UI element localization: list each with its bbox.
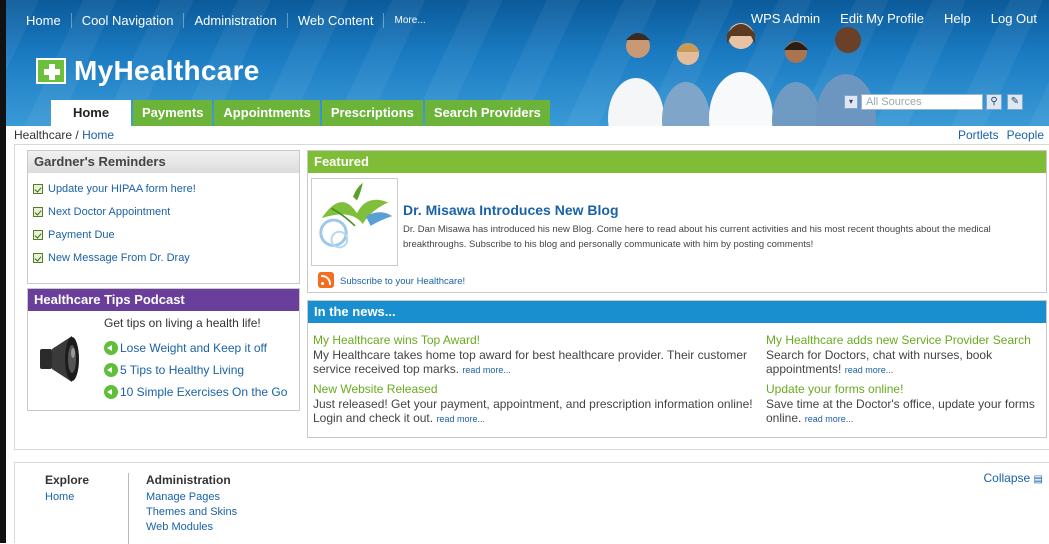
rss-icon[interactable] bbox=[318, 272, 334, 288]
reminder-item[interactable]: New Message From Dr. Dray bbox=[33, 251, 299, 265]
reminders-portlet: Gardner's Reminders Update your HIPAA fo… bbox=[27, 150, 300, 284]
search-bar: ▾ All Sources ⚲ ✎ bbox=[844, 94, 1023, 110]
reminder-item[interactable]: Update your HIPAA form here! bbox=[33, 182, 299, 196]
news-item-title[interactable]: New Website Released bbox=[313, 382, 753, 396]
people-link[interactable]: People bbox=[1007, 128, 1044, 142]
themes-skins-link[interactable]: Themes and Skins bbox=[146, 505, 237, 520]
topnav-home[interactable]: Home bbox=[26, 13, 71, 28]
featured-article-title[interactable]: Dr. Misawa Introduces New Blog bbox=[403, 202, 619, 218]
checkbox-icon bbox=[33, 184, 43, 194]
tab-search-providers[interactable]: Search Providers bbox=[424, 100, 550, 126]
brand-name: MyHealthcare bbox=[74, 55, 260, 86]
tab-payments[interactable]: Payments bbox=[133, 100, 213, 126]
page-content: Gardner's Reminders Update your HIPAA fo… bbox=[14, 144, 1049, 450]
podcast-link-label: Lose Weight and Keep it off bbox=[120, 341, 267, 355]
reminder-item[interactable]: Payment Due bbox=[33, 228, 299, 242]
manage-pages-link[interactable]: Manage Pages bbox=[146, 490, 237, 505]
brand-logo[interactable]: MyHealthcare bbox=[36, 55, 260, 87]
medical-cross-icon bbox=[36, 58, 66, 84]
news-item: My Healthcare wins Top Award! My Healthc… bbox=[313, 333, 753, 377]
news-item: My Healthcare adds new Service Provider … bbox=[766, 333, 1036, 377]
help-link[interactable]: Help bbox=[944, 11, 971, 26]
explore-home-link[interactable]: Home bbox=[45, 490, 128, 505]
reminder-label: Next Doctor Appointment bbox=[48, 206, 171, 218]
featured-article-description: Dr. Dan Misawa has introduced his new Bl… bbox=[403, 224, 991, 250]
tab-home[interactable]: Home bbox=[51, 100, 131, 126]
news-item-text: My Healthcare takes home top award for b… bbox=[313, 348, 747, 376]
search-scope-dropdown[interactable]: ▾ bbox=[844, 95, 858, 109]
checkbox-icon bbox=[33, 253, 43, 263]
doctors-photo bbox=[608, 23, 876, 126]
news-portlet: In the news... My Healthcare wins Top Aw… bbox=[307, 300, 1047, 438]
news-item-title[interactable]: My Healthcare adds new Service Provider … bbox=[766, 333, 1036, 347]
breadcrumb-current[interactable]: Home bbox=[82, 128, 114, 142]
administration-section: Administration Manage Pages Themes and S… bbox=[146, 473, 237, 535]
tab-prescriptions[interactable]: Prescriptions bbox=[321, 100, 423, 126]
search-icon[interactable]: ⚲ bbox=[986, 94, 1002, 110]
collapse-label: Collapse bbox=[983, 471, 1031, 485]
read-more-link[interactable]: read more... bbox=[805, 414, 854, 424]
play-arrow-icon bbox=[104, 363, 118, 377]
news-item: New Website Released Just released! Get … bbox=[313, 382, 753, 426]
read-more-link[interactable]: read more... bbox=[845, 365, 894, 375]
blog-thumbnail bbox=[311, 178, 398, 266]
reminders-title: Gardner's Reminders bbox=[28, 151, 299, 173]
news-item-title[interactable]: My Healthcare wins Top Award! bbox=[313, 333, 753, 347]
play-arrow-icon bbox=[104, 341, 118, 355]
collapse-icon: ▤ bbox=[1033, 474, 1043, 485]
news-item: Update your forms online! Save time at t… bbox=[766, 382, 1036, 426]
topnav-web-content[interactable]: Web Content bbox=[286, 13, 384, 28]
page-links: Portlets People bbox=[958, 128, 1044, 142]
reminder-label: Payment Due bbox=[48, 229, 115, 241]
play-arrow-icon bbox=[104, 385, 118, 399]
portlets-link[interactable]: Portlets bbox=[958, 128, 999, 142]
logout-link[interactable]: Log Out bbox=[991, 11, 1037, 26]
search-input[interactable]: All Sources bbox=[861, 94, 983, 110]
featured-portlet: Featured Dr. Misawa Introduces New Blog … bbox=[307, 150, 1047, 293]
news-item-text: Just released! Get your payment, appoint… bbox=[313, 397, 753, 425]
checkbox-icon bbox=[33, 230, 43, 240]
podcast-link-label: 5 Tips to Healthy Living bbox=[120, 363, 245, 377]
header-banner: Home Cool Navigation Administration Web … bbox=[6, 0, 1049, 126]
topnav-cool-navigation[interactable]: Cool Navigation bbox=[70, 13, 184, 28]
podcast-portlet: Healthcare Tips Podcast Get tips on livi… bbox=[27, 288, 300, 411]
main-tabs: Home Payments Appointments Prescriptions… bbox=[51, 100, 552, 126]
reminder-item[interactable]: Next Doctor Appointment bbox=[33, 205, 299, 219]
edit-icon[interactable]: ✎ bbox=[1007, 94, 1023, 110]
checkbox-icon bbox=[33, 207, 43, 217]
top-navigation: Home Cool Navigation Administration Web … bbox=[26, 13, 436, 28]
podcast-link[interactable]: Lose Weight and Keep it off bbox=[104, 341, 267, 355]
administration-title: Administration bbox=[146, 473, 231, 487]
podcast-link[interactable]: 5 Tips to Healthy Living bbox=[104, 363, 244, 377]
topnav-administration[interactable]: Administration bbox=[183, 13, 286, 28]
collapse-button[interactable]: Collapse ▤ bbox=[984, 471, 1044, 485]
subscribe-link[interactable]: Subscribe to your Healthcare! bbox=[340, 276, 465, 287]
web-modules-link[interactable]: Web Modules bbox=[146, 520, 237, 535]
breadcrumb: Healthcare / Home bbox=[14, 128, 114, 142]
explore-title: Explore bbox=[45, 473, 90, 487]
explore-section: Explore Home bbox=[45, 473, 129, 544]
reminder-label: New Message From Dr. Dray bbox=[48, 252, 190, 264]
breadcrumb-root[interactable]: Healthcare bbox=[14, 128, 72, 142]
read-more-link[interactable]: read more... bbox=[436, 414, 485, 424]
featured-header: Featured bbox=[308, 151, 1046, 173]
reminder-label: Update your HIPAA form here! bbox=[48, 183, 196, 195]
topnav-more[interactable]: More... bbox=[383, 13, 435, 28]
tab-appointments[interactable]: Appointments bbox=[214, 100, 320, 126]
news-header: In the news... bbox=[308, 301, 1046, 323]
speaker-icon bbox=[40, 336, 79, 382]
admin-footer: Explore Home Administration Manage Pages… bbox=[14, 462, 1049, 544]
news-item-title[interactable]: Update your forms online! bbox=[766, 382, 1036, 396]
breadcrumb-separator: / bbox=[75, 128, 79, 142]
podcast-link-label: 10 Simple Exercises On the Go bbox=[120, 385, 288, 399]
read-more-link[interactable]: read more... bbox=[462, 365, 511, 375]
podcast-intro: Get tips on living a health life! bbox=[104, 316, 261, 330]
podcast-title: Healthcare Tips Podcast bbox=[28, 289, 299, 311]
podcast-link[interactable]: 10 Simple Exercises On the Go bbox=[104, 385, 287, 399]
